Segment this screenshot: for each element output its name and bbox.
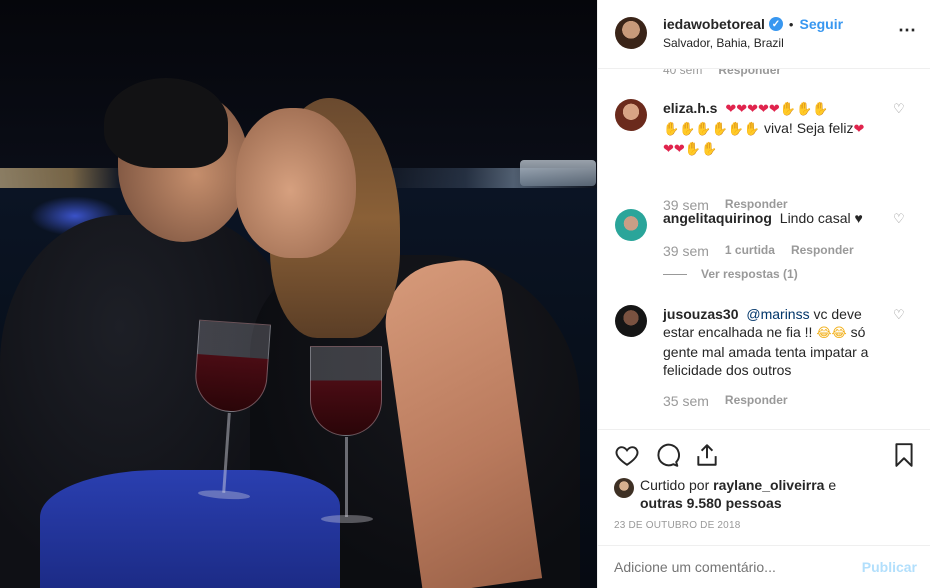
- more-options-icon[interactable]: ⋯: [898, 20, 917, 41]
- view-replies-button[interactable]: Ver respostas (1): [663, 267, 798, 281]
- comment-text: viva! Seja feliz: [764, 120, 854, 136]
- post-date[interactable]: 23 DE OUTUBRO DE 2018: [614, 520, 740, 531]
- comment-meta: 35 sem Responder: [663, 393, 788, 409]
- liked-prefix: Curtido por: [640, 477, 710, 493]
- speech-bubble-icon[interactable]: [654, 442, 680, 468]
- location-link[interactable]: Salvador, Bahia, Brazil: [663, 36, 784, 50]
- reply-button[interactable]: Responder: [791, 243, 854, 259]
- wine-glass-right: [310, 346, 382, 523]
- post-photo[interactable]: [0, 0, 597, 588]
- author-line: iedawobetoreal ✓ • Seguir: [663, 16, 843, 32]
- commenter-username[interactable]: eliza.h.s: [663, 100, 717, 116]
- follow-button[interactable]: Seguir: [799, 16, 843, 32]
- liker-avatar[interactable]: [614, 478, 634, 498]
- comment-time: 35 sem: [663, 393, 709, 409]
- post-sidebar: iedawobetoreal ✓ • Seguir Salvador, Bahi…: [597, 0, 930, 588]
- clipped-comment-meta: 40 sem Responder: [663, 69, 781, 77]
- comment-text: Lindo casal ♥: [779, 210, 863, 226]
- comments-list[interactable]: 40 sem Responder eliza.h.s ❤❤❤❤❤✋✋✋ ✋✋✋✋✋…: [598, 69, 930, 429]
- boat: [520, 160, 596, 186]
- comment-meta: 39 sem 1 curtida Responder: [663, 243, 854, 259]
- emoji-group-end: ❤❤✋✋: [663, 142, 718, 157]
- commenter-avatar[interactable]: [615, 305, 647, 337]
- comment-likes-count[interactable]: 1 curtida: [725, 243, 775, 259]
- heart-outline-icon[interactable]: [614, 442, 640, 468]
- man-hair: [104, 78, 228, 168]
- comment-body: jusouzas30 @marinss vc deve estar encalh…: [663, 305, 895, 379]
- comment-input[interactable]: [614, 559, 844, 575]
- comment-body: eliza.h.s ❤❤❤❤❤✋✋✋ ✋✋✋✋✋✋ viva! Seja feli…: [663, 99, 895, 159]
- laughing-emoji: 😂😂: [816, 326, 847, 341]
- author-username[interactable]: iedawobetoreal: [663, 16, 765, 32]
- comment-time: 39 sem: [663, 243, 709, 259]
- liker-username[interactable]: raylane_oliveirra: [713, 477, 824, 493]
- bookmark-icon[interactable]: [891, 442, 917, 468]
- comment-body: angelitaquirinog Lindo casal ♥: [663, 209, 895, 227]
- blue-skirt: [40, 470, 340, 588]
- clipped-reply-button[interactable]: Responder: [718, 69, 781, 77]
- liked-by-text: Curtido por raylane_oliveirra e outras 9…: [640, 476, 870, 512]
- comment-like-icon[interactable]: ♡: [893, 308, 905, 321]
- mention-link[interactable]: @marinss: [746, 306, 809, 322]
- liked-others[interactable]: outras 9.580 pessoas: [640, 495, 782, 511]
- reply-button[interactable]: Responder: [725, 393, 788, 409]
- commenter-avatar[interactable]: [615, 209, 647, 241]
- woman-head: [236, 108, 356, 258]
- share-icon[interactable]: [694, 442, 720, 468]
- replies-divider: [663, 273, 687, 275]
- author-avatar[interactable]: [615, 17, 647, 49]
- liked-by: Curtido por raylane_oliveirra e outras 9…: [614, 476, 870, 512]
- emoji-heart: ❤: [853, 122, 865, 137]
- post-header: iedawobetoreal ✓ • Seguir Salvador, Bahi…: [598, 0, 930, 69]
- verified-badge-icon: ✓: [768, 17, 783, 31]
- add-comment-bar: Publicar: [598, 545, 930, 588]
- action-bar: Curtido por raylane_oliveirra e outras 9…: [598, 429, 930, 545]
- publish-button[interactable]: Publicar: [862, 559, 917, 575]
- comment-like-icon[interactable]: ♡: [893, 212, 905, 225]
- liked-conj: e: [828, 477, 837, 493]
- clipped-time: 40 sem: [663, 69, 703, 77]
- view-replies-label: Ver respostas (1): [701, 267, 798, 281]
- comment-like-icon[interactable]: ♡: [893, 102, 905, 115]
- commenter-avatar[interactable]: [615, 99, 647, 131]
- commenter-username[interactable]: jusouzas30: [663, 306, 738, 322]
- separator-dot: •: [788, 16, 794, 32]
- commenter-username[interactable]: angelitaquirinog: [663, 210, 772, 226]
